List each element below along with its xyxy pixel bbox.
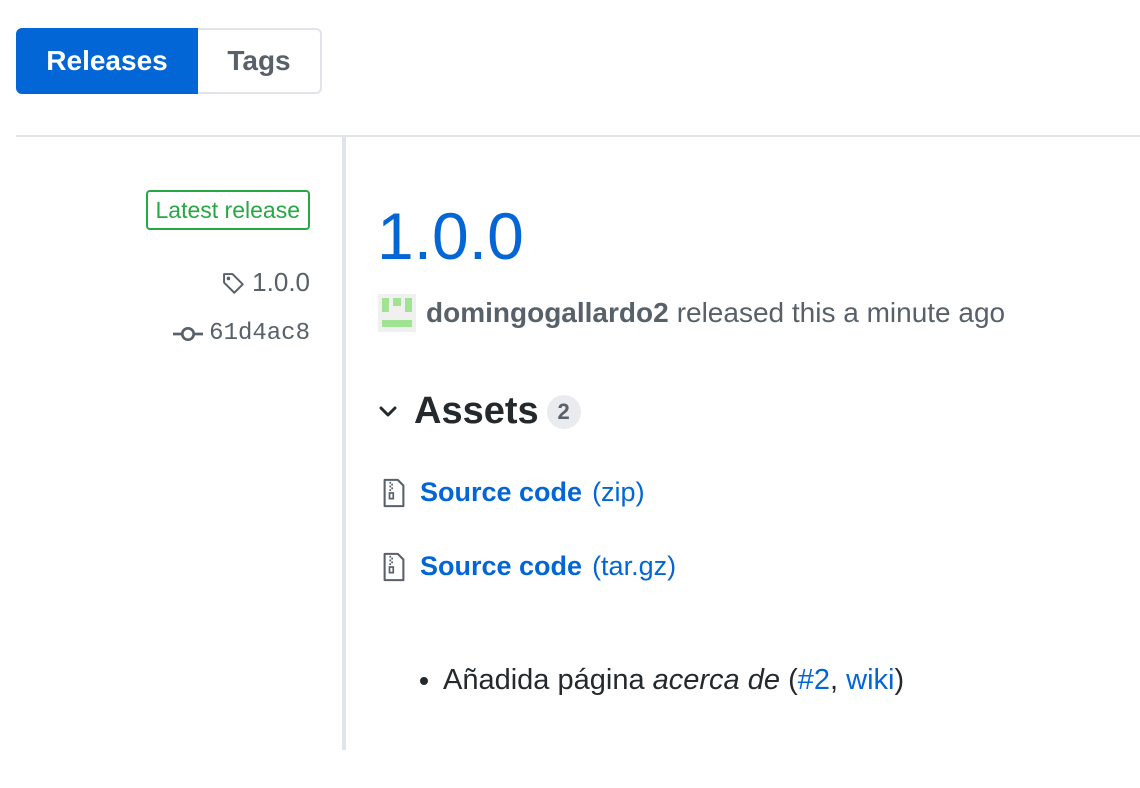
note-paren-open: ( — [788, 664, 798, 696]
list-item: Añadida página acerca de (#2, wiki) — [443, 658, 904, 702]
release-commit-link[interactable]: 61d4ac8 — [173, 320, 310, 347]
assets-title: Assets — [414, 390, 539, 432]
author-link[interactable]: domingogallardo2 — [426, 297, 669, 329]
release-title[interactable]: 1.0.0 — [377, 196, 524, 276]
file-zip-icon — [383, 552, 405, 581]
assets-toggle[interactable]: Assets 2 — [378, 390, 581, 433]
avatar[interactable] — [378, 294, 416, 332]
tab-releases[interactable]: Releases — [16, 28, 198, 94]
note-paren-close: ) — [894, 664, 905, 696]
release-notes: Añadida página acerca de (#2, wiki) — [405, 658, 904, 702]
issue-link[interactable]: #2 — [798, 664, 830, 696]
tag-icon — [223, 272, 244, 294]
release-meta-sidebar: Latest release 1.0.0 61d4ac8 — [16, 137, 346, 750]
released-text: released this a minute ago — [676, 297, 1006, 328]
note-text: Añadida página — [443, 664, 645, 696]
asset-link-source-targz[interactable]: Source code (tar.gz) — [382, 551, 676, 582]
latest-release-badge: Latest release — [145, 190, 310, 230]
asset-format: (tar.gz) — [592, 551, 677, 581]
notes-list: Añadida página acerca de (#2, wiki) — [405, 658, 904, 702]
asset-name: Source code — [420, 551, 583, 581]
note-separator: , — [830, 664, 839, 696]
tab-tags[interactable]: Tags — [198, 28, 322, 94]
git-commit-icon — [173, 326, 204, 341]
wiki-link[interactable]: wiki — [846, 664, 894, 696]
release-tag-name: 1.0.0 — [252, 267, 310, 297]
release-subnav: Releases Tags — [16, 28, 322, 94]
asset-format: (zip) — [592, 477, 645, 507]
assets-count-badge: 2 — [546, 394, 581, 429]
release-byline: domingogallardo2 released this a minute … — [378, 294, 1005, 332]
note-italic: acerca de — [652, 664, 780, 696]
release-tag-link[interactable]: 1.0.0 — [220, 267, 310, 298]
commit-sha: 61d4ac8 — [209, 320, 310, 347]
asset-name: Source code — [420, 477, 583, 507]
file-zip-icon — [383, 478, 405, 507]
chevron-down-icon — [379, 406, 397, 416]
asset-link-source-zip[interactable]: Source code (zip) — [382, 477, 645, 508]
